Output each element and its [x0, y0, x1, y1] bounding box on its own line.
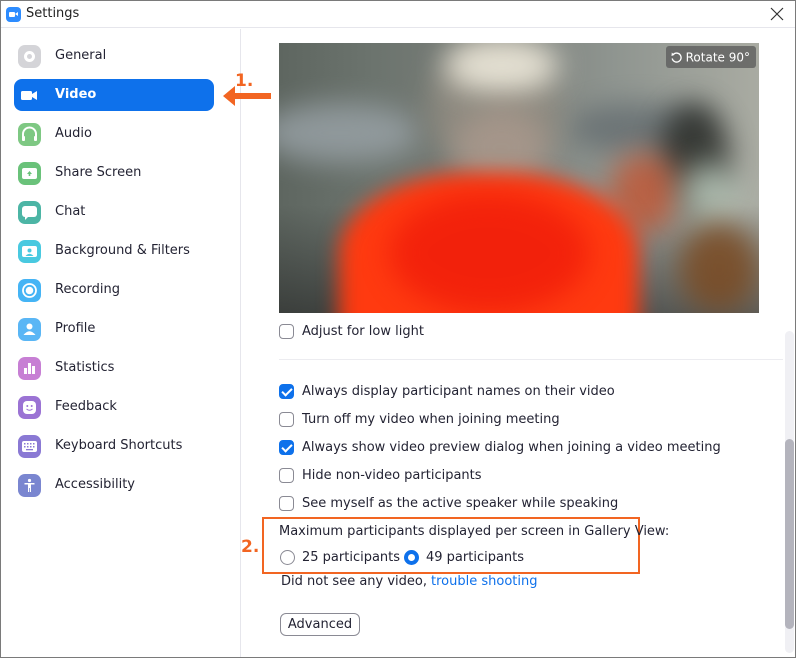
gallery-view-label: Maximum participants displayed per scree… [279, 524, 670, 539]
checkbox-label: Hide non-video participants [302, 468, 482, 483]
troubleshoot-text: Did not see any video, [281, 574, 428, 589]
checkbox[interactable] [279, 468, 294, 483]
sidebar-item-keyboard-shortcuts[interactable]: Keyboard Shortcuts [14, 430, 214, 462]
sidebar-item-general[interactable]: General [14, 40, 214, 72]
advanced-button[interactable]: Advanced [280, 613, 360, 636]
checkbox[interactable] [279, 384, 294, 399]
sidebar-item-label: Audio [55, 126, 92, 141]
checkbox-label: Always show video preview dialog when jo… [302, 440, 721, 455]
troubleshoot-link[interactable]: trouble shooting [431, 574, 537, 589]
checkbox[interactable] [279, 440, 294, 455]
rotate-icon [671, 52, 682, 63]
sidebar-item-label: Feedback [55, 399, 117, 414]
video-settings-panel: Rotate 90° Adjust for low light Always d… [242, 29, 795, 657]
close-icon [770, 7, 784, 21]
sidebar-item-label: Keyboard Shortcuts [55, 438, 183, 453]
checkbox[interactable] [279, 496, 294, 511]
rotate-90-button[interactable]: Rotate 90° [665, 46, 756, 68]
share-screen-icon [18, 162, 41, 185]
sidebar-item-share-screen[interactable]: Share Screen [14, 157, 214, 189]
keyboard-icon [18, 435, 41, 458]
record-icon [18, 279, 41, 302]
sidebar-item-recording[interactable]: Recording [14, 274, 214, 306]
title-bar: Settings [1, 1, 795, 28]
sidebar-item-chat[interactable]: Chat [14, 196, 214, 228]
sidebar-item-video[interactable]: Video [14, 79, 214, 111]
sidebar-item-label: Statistics [55, 360, 115, 375]
rotate-label: Rotate 90° [685, 50, 750, 65]
troubleshoot-row: Did not see any video, trouble shooting [281, 574, 537, 589]
sidebar-item-label: Chat [55, 204, 86, 219]
sidebar-item-label: General [55, 48, 107, 63]
chat-bubble-icon [18, 201, 41, 224]
sidebar-item-label: Video [55, 87, 97, 102]
checkbox[interactable] [279, 324, 294, 339]
scrollbar-thumb[interactable] [785, 439, 794, 629]
sidebar-item-label: Share Screen [55, 165, 142, 180]
sidebar-item-background-filters[interactable]: Background & Filters [14, 235, 214, 267]
checkbox-label: Always display participant names on thei… [302, 384, 615, 399]
window-title: Settings [26, 6, 80, 21]
sidebar-item-label: Profile [55, 321, 96, 336]
radio-label: 49 participants [426, 550, 525, 565]
video-preview: Rotate 90° [279, 43, 759, 313]
close-button[interactable] [767, 4, 787, 24]
headphones-icon [18, 123, 41, 146]
gear-icon [18, 45, 41, 68]
person-icon [18, 318, 41, 341]
radio-label: 25 participants [302, 550, 401, 565]
checkbox-label: Turn off my video when joining meeting [302, 412, 560, 427]
annotation-step-2: 2. [241, 537, 260, 557]
bar-chart-icon [18, 357, 41, 380]
sidebar-item-audio[interactable]: Audio [14, 118, 214, 150]
sidebar-item-label: Accessibility [55, 477, 135, 492]
sidebar-item-statistics[interactable]: Statistics [14, 352, 214, 384]
video-camera-icon [18, 84, 41, 107]
accessibility-icon [18, 474, 41, 497]
sidebar-item-accessibility[interactable]: Accessibility [14, 469, 214, 501]
sidebar: General Video Audio Share Screen Chat Ba… [1, 29, 241, 657]
sidebar-item-feedback[interactable]: Feedback [14, 391, 214, 423]
smiley-icon [18, 396, 41, 419]
settings-window: Settings General Video Audio Share Scree… [0, 0, 796, 658]
checkbox-label: See myself as the active speaker while s… [302, 496, 619, 511]
sidebar-item-label: Recording [55, 282, 121, 297]
radio-button[interactable] [280, 550, 295, 565]
checkbox-label: Adjust for low light [302, 324, 424, 339]
sidebar-item-label: Background & Filters [55, 243, 190, 258]
checkbox[interactable] [279, 412, 294, 427]
radio-button[interactable] [404, 550, 419, 565]
background-person-icon [18, 240, 41, 263]
sidebar-item-profile[interactable]: Profile [14, 313, 214, 345]
divider [279, 359, 783, 360]
zoom-logo-icon [6, 7, 21, 22]
